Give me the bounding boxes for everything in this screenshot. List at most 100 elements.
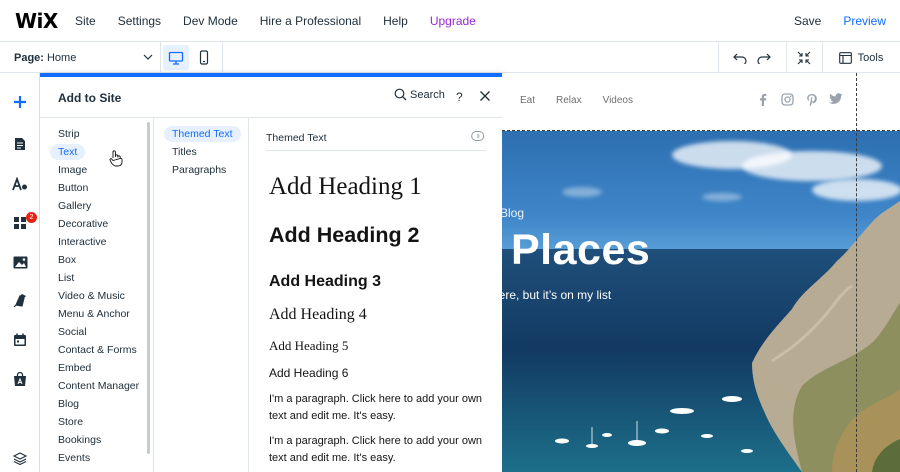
category-text[interactable]: Text xyxy=(50,144,86,160)
pinterest-icon[interactable] xyxy=(806,93,818,107)
menu-site[interactable]: Site xyxy=(75,14,96,28)
layers-icon xyxy=(13,451,27,465)
add-elements-button[interactable] xyxy=(0,89,40,115)
site-nav-links: Eat Relax Videos xyxy=(520,95,654,106)
category-box[interactable]: Box xyxy=(50,252,84,268)
facebook-icon[interactable] xyxy=(758,93,768,106)
menu-settings[interactable]: Settings xyxy=(118,14,161,28)
subcategory-themed-text[interactable]: Themed Text xyxy=(164,126,241,142)
category-bookings[interactable]: Bookings xyxy=(50,432,109,448)
category-scrollbar[interactable] xyxy=(147,122,150,454)
cloud xyxy=(742,151,882,181)
layers-button[interactable] xyxy=(0,445,40,471)
boats xyxy=(555,396,753,453)
category-contact-forms[interactable]: Contact & Forms xyxy=(50,342,145,358)
hero-blog-label[interactable]: l Blog xyxy=(502,206,524,220)
divider xyxy=(786,42,787,73)
redo-icon xyxy=(757,53,771,64)
menu-dev-mode[interactable]: Dev Mode xyxy=(183,14,238,28)
preview-button[interactable]: Preview xyxy=(843,14,886,28)
save-button[interactable]: Save xyxy=(794,14,821,28)
apps-button[interactable]: 2 xyxy=(0,210,40,236)
heading-1-preset[interactable]: Add Heading 1 xyxy=(269,173,422,201)
site-header: Eat Relax Videos xyxy=(502,73,900,131)
category-menu-anchor[interactable]: Menu & Anchor xyxy=(50,306,138,322)
pen-icon xyxy=(13,293,26,307)
site-nav-relax[interactable]: Relax xyxy=(556,95,582,106)
tools-button[interactable]: Tools xyxy=(836,42,886,73)
heading-2-preset[interactable]: Add Heading 2 xyxy=(269,223,420,248)
heading-5-preset[interactable]: Add Heading 5 xyxy=(269,338,348,354)
undo-icon xyxy=(733,53,747,64)
heading-4-preset[interactable]: Add Heading 4 xyxy=(269,306,367,324)
editor-toolbar: Page: Home Tools xyxy=(0,42,900,73)
category-blog[interactable]: Blog xyxy=(50,396,87,412)
apps-badge: 2 xyxy=(26,212,37,223)
category-interactive[interactable]: Interactive xyxy=(50,234,114,250)
hero-subtitle[interactable]: here, but it’s on my list xyxy=(502,288,611,302)
menu-hire-professional[interactable]: Hire a Professional xyxy=(260,14,361,28)
text-theme-icon xyxy=(12,177,27,191)
tools-label: Tools xyxy=(857,51,884,64)
subcategory-paragraphs[interactable]: Paragraphs xyxy=(164,162,234,178)
hero-title[interactable]: Places xyxy=(511,226,650,275)
bag-icon xyxy=(14,371,26,386)
category-social[interactable]: Social xyxy=(50,324,95,340)
store-button[interactable] xyxy=(0,366,40,392)
header-boundary-guide xyxy=(502,130,900,131)
image-icon xyxy=(13,256,27,268)
hand-cursor-icon xyxy=(109,150,123,167)
chevron-down-icon xyxy=(143,54,153,60)
tools-icon xyxy=(838,51,852,64)
undo-button[interactable] xyxy=(730,42,750,73)
pages-button[interactable] xyxy=(0,131,40,157)
divider xyxy=(822,42,823,73)
paragraph-2-preset[interactable]: I'm a paragraph. Click here to add your … xyxy=(269,433,489,467)
left-rail: 2 xyxy=(0,73,40,472)
site-nav-eat[interactable]: Eat xyxy=(520,95,535,106)
category-gallery[interactable]: Gallery xyxy=(50,198,99,214)
collapse-icon xyxy=(797,51,811,64)
wix-logo[interactable]: WiX xyxy=(15,9,75,33)
page-icon xyxy=(15,138,25,150)
category-strip[interactable]: Strip xyxy=(50,126,88,142)
category-image[interactable]: Image xyxy=(50,162,95,178)
category-store[interactable]: Store xyxy=(50,414,91,430)
apps-grid-icon xyxy=(14,217,26,229)
hero-image[interactable]: l Blog Places here, but it’s on my list xyxy=(502,131,900,472)
design-button[interactable] xyxy=(0,171,40,197)
paragraph-1-preset[interactable]: I'm a paragraph. Click here to add your … xyxy=(269,391,489,425)
subcategory-list: Themed Text Titles Paragraphs xyxy=(154,118,249,472)
site-canvas[interactable]: Eat Relax Videos Blog Places here, but i… xyxy=(502,73,900,472)
category-decorative[interactable]: Decorative xyxy=(50,216,116,232)
menu-help[interactable]: Help xyxy=(383,14,408,28)
category-content-manager[interactable]: Content Manager xyxy=(50,378,147,394)
bookings-button[interactable] xyxy=(0,327,40,353)
site-nav-videos[interactable]: Videos xyxy=(603,95,633,106)
desktop-view-button[interactable] xyxy=(163,45,189,70)
page-label: Page: xyxy=(14,51,44,64)
heading-3-preset[interactable]: Add Heading 3 xyxy=(269,273,381,291)
top-bar: WiX Site Settings Dev Mode Hire a Profes… xyxy=(0,0,900,42)
media-button[interactable] xyxy=(0,249,40,275)
page-selector[interactable]: Page: Home xyxy=(14,42,154,73)
heading-6-preset[interactable]: Add Heading 6 xyxy=(269,366,348,380)
mobile-view-button[interactable] xyxy=(191,45,217,70)
top-menu: Site Settings Dev Mode Hire a Profession… xyxy=(75,14,498,28)
menu-upgrade[interactable]: Upgrade xyxy=(430,14,476,28)
subcategory-titles[interactable]: Titles xyxy=(164,144,205,160)
instagram-icon[interactable] xyxy=(781,93,794,106)
calendar-icon xyxy=(14,333,26,346)
category-embed[interactable]: Embed xyxy=(50,360,99,376)
category-video-music[interactable]: Video & Music xyxy=(50,288,133,304)
category-list-item[interactable]: List xyxy=(50,270,82,286)
blog-button[interactable] xyxy=(0,287,40,313)
mobile-icon xyxy=(199,50,209,65)
plus-circle xyxy=(7,89,33,115)
divider xyxy=(160,42,161,73)
zoom-out-button[interactable] xyxy=(794,42,814,73)
twitter-icon[interactable] xyxy=(829,93,843,105)
category-events[interactable]: Events xyxy=(50,450,98,466)
category-button[interactable]: Button xyxy=(50,180,96,196)
redo-button[interactable] xyxy=(754,42,774,73)
